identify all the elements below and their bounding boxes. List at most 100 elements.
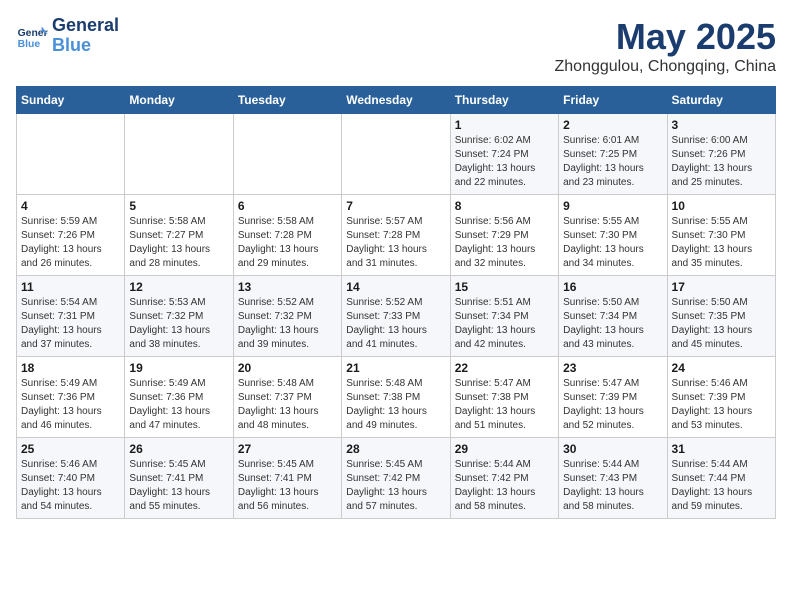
- day-number: 25: [21, 442, 120, 456]
- calendar-cell: 15Sunrise: 5:51 AM Sunset: 7:34 PM Dayli…: [450, 276, 558, 357]
- day-info: Sunrise: 5:47 AM Sunset: 7:38 PM Dayligh…: [455, 377, 554, 433]
- calendar-cell: 6 Sunrise: 5:58 AM Sunset: 7:28 PM Daylig…: [233, 195, 341, 276]
- weekday-header-thursday: Thursday: [450, 87, 558, 114]
- day-info: Sunrise: 5:57 AM Sunset: 7:28 PM Dayligh…: [346, 215, 445, 271]
- day-info: Sunrise: 5:58 AM Sunset: 7:28 PM Dayligh…: [238, 215, 337, 271]
- day-number: 31: [672, 442, 771, 456]
- calendar-cell: 1 Sunrise: 6:02 AM Sunset: 7:24 PM Daylig…: [450, 114, 558, 195]
- calendar-cell: 30 Sunrise: 5:44 AM Sunset: 7:43 PM Dayli…: [559, 438, 667, 519]
- calendar-cell: 21Sunrise: 5:48 AM Sunset: 7:38 PM Dayli…: [342, 357, 450, 438]
- day-info: Sunrise: 5:48 AM Sunset: 7:38 PM Dayligh…: [346, 377, 445, 433]
- day-number: 1: [455, 118, 554, 132]
- calendar-cell: 17 Sunrise: 5:50 AM Sunset: 7:35 PM Dayli…: [667, 276, 775, 357]
- day-number: 18: [21, 361, 120, 375]
- day-info: Sunrise: 5:59 AM Sunset: 7:26 PM Dayligh…: [21, 215, 120, 271]
- day-number: 16: [563, 280, 662, 294]
- calendar-cell: 23 Sunrise: 5:47 AM Sunset: 7:39 PM Dayli…: [559, 357, 667, 438]
- calendar-cell: 3Sunrise: 6:00 AM Sunset: 7:26 PM Daylig…: [667, 114, 775, 195]
- day-number: 6: [238, 199, 337, 213]
- day-number: 22: [455, 361, 554, 375]
- day-number: 3: [672, 118, 771, 132]
- day-info: Sunrise: 5:45 AM Sunset: 7:41 PM Dayligh…: [238, 458, 337, 514]
- day-number: 8: [455, 199, 554, 213]
- calendar-week-row: 4 Sunrise: 5:59 AM Sunset: 7:26 PM Daylig…: [17, 195, 776, 276]
- day-number: 7: [346, 199, 445, 213]
- calendar-cell: [233, 114, 341, 195]
- day-info: Sunrise: 5:55 AM Sunset: 7:30 PM Dayligh…: [563, 215, 662, 271]
- day-info: Sunrise: 5:56 AM Sunset: 7:29 PM Dayligh…: [455, 215, 554, 271]
- weekday-header-monday: Monday: [125, 87, 233, 114]
- day-info: Sunrise: 5:52 AM Sunset: 7:32 PM Dayligh…: [238, 296, 337, 352]
- page-header: General Blue General Blue May 2025 Zhong…: [16, 16, 776, 76]
- calendar-cell: 22 Sunrise: 5:47 AM Sunset: 7:38 PM Dayli…: [450, 357, 558, 438]
- weekday-header-row: SundayMondayTuesdayWednesdayThursdayFrid…: [17, 87, 776, 114]
- day-number: 23: [563, 361, 662, 375]
- day-number: 27: [238, 442, 337, 456]
- calendar-cell: [17, 114, 125, 195]
- day-info: Sunrise: 5:44 AM Sunset: 7:43 PM Dayligh…: [563, 458, 662, 514]
- calendar-table: SundayMondayTuesdayWednesdayThursdayFrid…: [16, 86, 776, 519]
- day-info: Sunrise: 5:47 AM Sunset: 7:39 PM Dayligh…: [563, 377, 662, 433]
- weekday-header-friday: Friday: [559, 87, 667, 114]
- calendar-cell: 26 Sunrise: 5:45 AM Sunset: 7:41 PM Dayli…: [125, 438, 233, 519]
- day-number: 11: [21, 280, 120, 294]
- logo-icon: General Blue: [16, 20, 48, 52]
- calendar-week-row: 18 Sunrise: 5:49 AM Sunset: 7:36 PM Dayli…: [17, 357, 776, 438]
- location-title: Zhonggulou, Chongqing, China: [555, 58, 777, 76]
- calendar-cell: 12 Sunrise: 5:53 AM Sunset: 7:32 PM Dayli…: [125, 276, 233, 357]
- day-number: 4: [21, 199, 120, 213]
- logo: General Blue General Blue: [16, 16, 119, 56]
- day-info: Sunrise: 5:51 AM Sunset: 7:34 PM Dayligh…: [455, 296, 554, 352]
- day-number: 20: [238, 361, 337, 375]
- weekday-header-sunday: Sunday: [17, 87, 125, 114]
- calendar-cell: 11 Sunrise: 5:54 AM Sunset: 7:31 PM Dayli…: [17, 276, 125, 357]
- calendar-cell: 14 Sunrise: 5:52 AM Sunset: 7:33 PM Dayli…: [342, 276, 450, 357]
- calendar-cell: 13 Sunrise: 5:52 AM Sunset: 7:32 PM Dayli…: [233, 276, 341, 357]
- day-info: Sunrise: 5:52 AM Sunset: 7:33 PM Dayligh…: [346, 296, 445, 352]
- calendar-cell: 19 Sunrise: 5:49 AM Sunset: 7:36 PM Dayli…: [125, 357, 233, 438]
- day-number: 2: [563, 118, 662, 132]
- day-number: 28: [346, 442, 445, 456]
- calendar-cell: 7 Sunrise: 5:57 AM Sunset: 7:28 PM Daylig…: [342, 195, 450, 276]
- month-title: May 2025: [555, 16, 777, 58]
- calendar-cell: 27 Sunrise: 5:45 AM Sunset: 7:41 PM Dayli…: [233, 438, 341, 519]
- calendar-week-row: 11 Sunrise: 5:54 AM Sunset: 7:31 PM Dayli…: [17, 276, 776, 357]
- day-info: Sunrise: 5:46 AM Sunset: 7:40 PM Dayligh…: [21, 458, 120, 514]
- day-info: Sunrise: 5:44 AM Sunset: 7:44 PM Dayligh…: [672, 458, 771, 514]
- title-area: May 2025 Zhonggulou, Chongqing, China: [555, 16, 777, 76]
- day-number: 13: [238, 280, 337, 294]
- day-info: Sunrise: 5:58 AM Sunset: 7:27 PM Dayligh…: [129, 215, 228, 271]
- day-number: 14: [346, 280, 445, 294]
- day-info: Sunrise: 5:49 AM Sunset: 7:36 PM Dayligh…: [129, 377, 228, 433]
- day-number: 12: [129, 280, 228, 294]
- calendar-cell: 29Sunrise: 5:44 AM Sunset: 7:42 PM Dayli…: [450, 438, 558, 519]
- day-info: Sunrise: 5:44 AM Sunset: 7:42 PM Dayligh…: [455, 458, 554, 514]
- day-info: Sunrise: 5:50 AM Sunset: 7:35 PM Dayligh…: [672, 296, 771, 352]
- logo-text: General Blue: [52, 16, 119, 56]
- day-number: 19: [129, 361, 228, 375]
- day-info: Sunrise: 6:02 AM Sunset: 7:24 PM Dayligh…: [455, 134, 554, 190]
- svg-text:Blue: Blue: [18, 39, 41, 50]
- day-info: Sunrise: 5:54 AM Sunset: 7:31 PM Dayligh…: [21, 296, 120, 352]
- calendar-cell: 5Sunrise: 5:58 AM Sunset: 7:27 PM Daylig…: [125, 195, 233, 276]
- calendar-cell: 20Sunrise: 5:48 AM Sunset: 7:37 PM Dayli…: [233, 357, 341, 438]
- day-number: 26: [129, 442, 228, 456]
- day-number: 17: [672, 280, 771, 294]
- calendar-cell: [125, 114, 233, 195]
- day-info: Sunrise: 5:55 AM Sunset: 7:30 PM Dayligh…: [672, 215, 771, 271]
- calendar-cell: 25 Sunrise: 5:46 AM Sunset: 7:40 PM Dayli…: [17, 438, 125, 519]
- day-number: 30: [563, 442, 662, 456]
- calendar-cell: 10Sunrise: 5:55 AM Sunset: 7:30 PM Dayli…: [667, 195, 775, 276]
- calendar-cell: 8 Sunrise: 5:56 AM Sunset: 7:29 PM Daylig…: [450, 195, 558, 276]
- day-number: 9: [563, 199, 662, 213]
- calendar-cell: 31 Sunrise: 5:44 AM Sunset: 7:44 PM Dayli…: [667, 438, 775, 519]
- calendar-cell: 24Sunrise: 5:46 AM Sunset: 7:39 PM Dayli…: [667, 357, 775, 438]
- day-info: Sunrise: 5:45 AM Sunset: 7:41 PM Dayligh…: [129, 458, 228, 514]
- calendar-week-row: 1 Sunrise: 6:02 AM Sunset: 7:24 PM Daylig…: [17, 114, 776, 195]
- calendar-cell: 4 Sunrise: 5:59 AM Sunset: 7:26 PM Daylig…: [17, 195, 125, 276]
- weekday-header-tuesday: Tuesday: [233, 87, 341, 114]
- weekday-header-saturday: Saturday: [667, 87, 775, 114]
- day-info: Sunrise: 5:53 AM Sunset: 7:32 PM Dayligh…: [129, 296, 228, 352]
- calendar-cell: 9 Sunrise: 5:55 AM Sunset: 7:30 PM Daylig…: [559, 195, 667, 276]
- calendar-body: 1 Sunrise: 6:02 AM Sunset: 7:24 PM Daylig…: [17, 114, 776, 519]
